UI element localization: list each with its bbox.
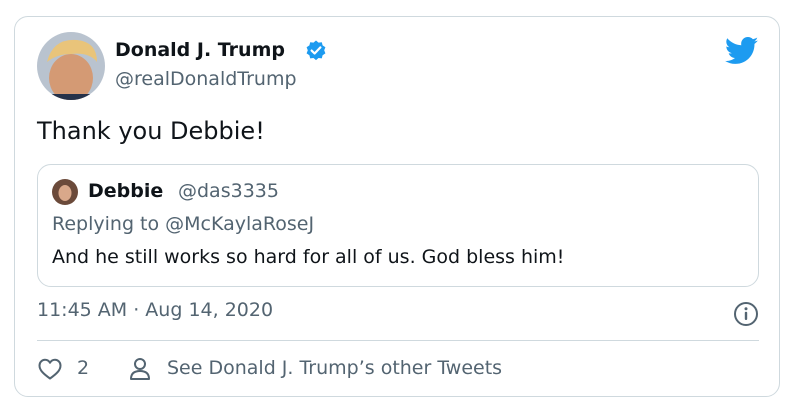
twitter-bird-icon[interactable]	[725, 37, 759, 65]
quoted-author-handle: @das3335	[178, 180, 279, 202]
other-tweets-link[interactable]: See Donald J. Trump’s other Tweets	[167, 357, 502, 379]
author-name[interactable]: Donald J. Trump	[115, 39, 285, 61]
author-handle[interactable]: @realDonaldTrump	[115, 68, 297, 90]
tweet-card[interactable]: Donald J. Trump @realDonaldTrump Thank y…	[14, 16, 780, 397]
quoted-replying-to: Replying to @McKaylaRoseJ	[52, 213, 315, 235]
like-count[interactable]: 2	[77, 357, 89, 379]
quoted-tweet-text: And he still works so hard for all of us…	[52, 246, 565, 268]
author-avatar[interactable]	[37, 32, 105, 100]
tweet-timestamp[interactable]: 11:45 AM · Aug 14, 2020	[37, 299, 273, 321]
quoted-author-name: Debbie	[88, 180, 164, 202]
verified-badge-icon	[306, 40, 326, 61]
info-icon[interactable]	[733, 301, 759, 327]
author-avatar-image	[37, 32, 105, 100]
divider	[37, 340, 759, 341]
heart-icon[interactable]	[37, 357, 63, 381]
quoted-author-avatar-image	[52, 179, 78, 205]
tweet-text: Thank you Debbie!	[37, 117, 265, 145]
quoted-tweet[interactable]: Debbie @das3335 Replying to @McKaylaRose…	[37, 164, 759, 287]
quoted-author-avatar	[52, 179, 78, 205]
person-icon[interactable]	[129, 357, 151, 381]
